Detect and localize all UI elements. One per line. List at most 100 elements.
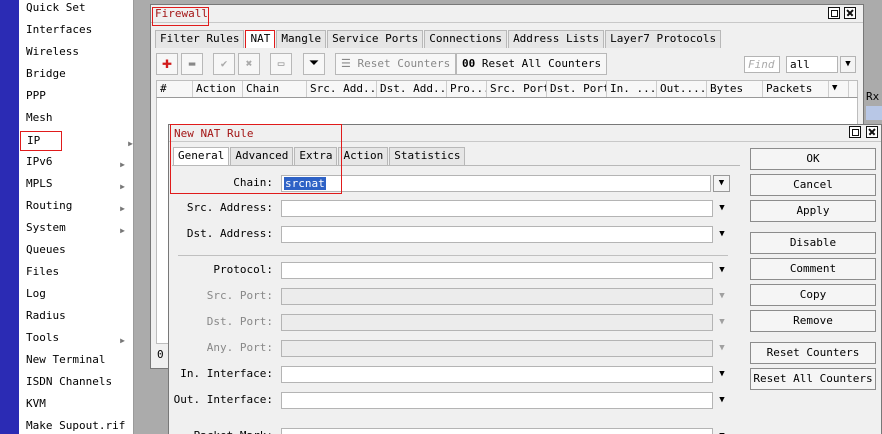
tab-connections[interactable]: Connections xyxy=(424,30,508,48)
dialog-tab-action[interactable]: Action xyxy=(338,147,389,165)
disable-button[interactable]: Disable xyxy=(750,232,876,254)
menu-item-label: Radius xyxy=(26,309,66,322)
menu-item-label: ISDN Channels xyxy=(26,375,113,388)
in-interface-field[interactable] xyxy=(281,366,713,383)
add-button[interactable]: ✚ xyxy=(156,53,178,75)
column-header[interactable]: Out.... xyxy=(657,81,707,97)
menu-item-label: Tools xyxy=(26,331,60,344)
column-header[interactable]: Src. Port xyxy=(487,81,547,97)
menu-item-queues[interactable]: Queues xyxy=(19,242,134,264)
submenu-arrow-icon: ▶ xyxy=(120,204,125,213)
out-interface-field[interactable] xyxy=(281,392,713,409)
maximize-icon[interactable] xyxy=(828,7,840,19)
tab-nat[interactable]: NAT xyxy=(245,30,276,48)
packet-mark-dropdown-icon[interactable]: ▼ xyxy=(716,430,728,434)
menu-item-label: Interfaces xyxy=(26,23,93,36)
submenu-arrow-icon: ▶ xyxy=(120,336,125,345)
in-interface-dropdown-icon[interactable]: ▼ xyxy=(716,368,728,381)
filter-dropdown-icon[interactable]: ▼ xyxy=(840,56,856,73)
rules-table-header: # Action Chain Src. Add... Dst. Add... Pro...… xyxy=(156,80,858,98)
column-header[interactable]: In. ... xyxy=(607,81,657,97)
ok-button[interactable]: OK xyxy=(750,148,876,170)
submenu-arrow-icon: ▶ xyxy=(120,182,125,191)
reset-all-counters-button[interactable]: 00 Reset All Counters xyxy=(456,53,608,75)
menu-item-make-supout-rif[interactable]: Make Supout.rif xyxy=(19,418,134,434)
dst-address-dropdown-icon[interactable]: ▼ xyxy=(716,228,728,241)
out-interface-dropdown-icon[interactable]: ▼ xyxy=(716,394,728,407)
dst-address-field[interactable] xyxy=(281,226,713,243)
firewall-titlebar[interactable]: Firewall xyxy=(151,5,863,23)
cancel-button[interactable]: Cancel xyxy=(750,174,876,196)
menu-item-ipv6[interactable]: IPv6 ▶ xyxy=(19,154,134,176)
find-input[interactable]: Find xyxy=(744,56,780,73)
menu-item-label: PPP xyxy=(26,89,46,102)
menu-item-quick-set[interactable]: Quick Set xyxy=(19,0,134,22)
firewall-title-highlight xyxy=(152,7,209,26)
tab-mangle[interactable]: Mangle xyxy=(276,30,327,48)
column-header[interactable]: Action xyxy=(193,81,243,97)
protocol-field[interactable] xyxy=(281,262,713,279)
chain-field[interactable]: srcnat xyxy=(281,175,711,192)
menu-item-ip[interactable]: IP ▶ xyxy=(20,131,133,151)
menu-item-system[interactable]: System ▶ xyxy=(19,220,134,242)
columns-dropdown-icon[interactable]: ▼ xyxy=(829,81,849,97)
reset-all-counters-button[interactable]: Reset All Counters xyxy=(750,368,876,390)
column-header[interactable]: Pro... xyxy=(447,81,487,97)
menu-item-interfaces[interactable]: Interfaces xyxy=(19,22,134,44)
reset-counters-button[interactable]: ☰ Reset Counters xyxy=(335,53,457,75)
menu-item-bridge[interactable]: Bridge xyxy=(19,66,134,88)
column-header[interactable]: Chain xyxy=(243,81,307,97)
menu-item-label: Mesh xyxy=(26,111,53,124)
protocol-dropdown-icon[interactable]: ▼ xyxy=(716,264,728,277)
tab-filter-rules[interactable]: Filter Rules xyxy=(155,30,245,48)
packet-mark-field[interactable] xyxy=(281,428,713,434)
menu-item-radius[interactable]: Radius xyxy=(19,308,134,330)
chain-dropdown-icon[interactable]: ▼ xyxy=(713,175,730,192)
menu-item-wireless[interactable]: Wireless xyxy=(19,44,134,66)
menu-item-label: New Terminal xyxy=(26,353,106,366)
menu-item-tools[interactable]: Tools ▶ xyxy=(19,330,134,352)
src-address-dropdown-icon[interactable]: ▼ xyxy=(716,202,728,215)
tab-layer7-protocols[interactable]: Layer7 Protocols xyxy=(605,30,722,48)
dialog-tab-statistics[interactable]: Statistics xyxy=(389,147,466,165)
menu-item-isdn-channels[interactable]: ISDN Channels xyxy=(19,374,134,396)
column-header[interactable]: # xyxy=(157,81,193,97)
disable-button[interactable]: ✖ xyxy=(238,53,260,75)
menu-item-label: MPLS xyxy=(26,177,53,190)
comment-button[interactable]: ▭ xyxy=(270,53,292,75)
menu-item-label: IP xyxy=(27,134,41,147)
menu-item-mpls[interactable]: MPLS ▶ xyxy=(19,176,134,198)
menu-item-mesh[interactable]: Mesh xyxy=(19,110,134,132)
dialog-maximize-icon[interactable] xyxy=(849,126,861,138)
tab-address-lists[interactable]: Address Lists xyxy=(508,30,605,48)
copy-button[interactable]: Copy xyxy=(750,284,876,306)
dialog-close-icon[interactable] xyxy=(866,126,878,138)
enable-button[interactable]: ✔ xyxy=(213,53,235,75)
column-header[interactable]: Dst. Add... xyxy=(377,81,447,97)
menu-item-log[interactable]: Log xyxy=(19,286,134,308)
column-header[interactable]: Dst. Port xyxy=(547,81,607,97)
filter-select[interactable]: all xyxy=(786,56,838,73)
src-address-field[interactable] xyxy=(281,200,713,217)
remove-button[interactable]: Remove xyxy=(750,310,876,332)
comment-button[interactable]: Comment xyxy=(750,258,876,280)
counter-icon: ☰ xyxy=(341,57,358,70)
column-header[interactable]: Packets xyxy=(763,81,829,97)
menu-item-new-terminal[interactable]: New Terminal xyxy=(19,352,134,374)
menu-item-routing[interactable]: Routing ▶ xyxy=(19,198,134,220)
filter-icon[interactable]: ⏷ xyxy=(303,53,325,75)
any-port-label: Any. Port: xyxy=(206,341,273,354)
column-header[interactable]: Src. Add... xyxy=(307,81,377,97)
menu-item-files[interactable]: Files xyxy=(19,264,134,286)
close-icon[interactable] xyxy=(844,7,856,19)
column-header[interactable]: Bytes xyxy=(707,81,763,97)
remove-button[interactable]: ▬ xyxy=(181,53,203,75)
tab-service-ports[interactable]: Service Ports xyxy=(327,30,424,48)
menu-item-kvm[interactable]: KVM xyxy=(19,396,134,418)
firewall-tabs: Filter Rules NAT Mangle Service Ports Connec… xyxy=(155,30,722,48)
apply-button[interactable]: Apply xyxy=(750,200,876,222)
dst-port-label: Dst. Port: xyxy=(206,315,273,328)
menu-item-ppp[interactable]: PPP xyxy=(19,88,134,110)
reset-counters-button[interactable]: Reset Counters xyxy=(750,342,876,364)
menu-item-label: KVM xyxy=(26,397,46,410)
